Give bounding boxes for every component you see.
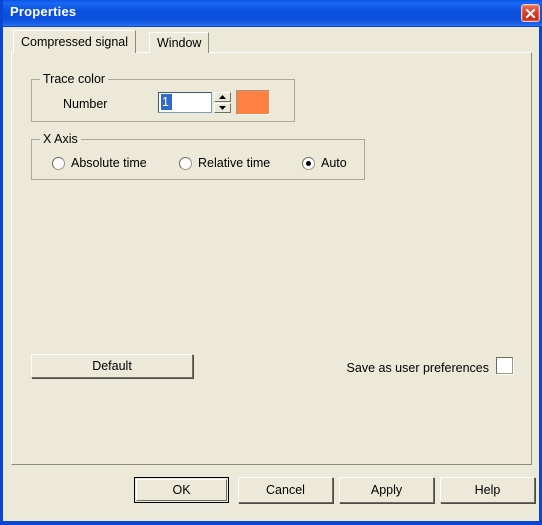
help-button[interactable]: Help bbox=[440, 477, 535, 503]
triangle-down-icon bbox=[215, 106, 230, 110]
default-button-label: Default bbox=[92, 359, 132, 373]
radio-auto-mark bbox=[302, 157, 315, 170]
tab-panel-compressed-signal: Trace color Number 1 X Axis Absolute tim… bbox=[11, 52, 532, 465]
close-x-icon bbox=[522, 8, 539, 19]
trace-color-swatch[interactable] bbox=[236, 90, 270, 115]
dialog-button-bar: OK Cancel Apply Help bbox=[3, 472, 539, 512]
radio-relative-time-label: Relative time bbox=[198, 156, 271, 170]
trace-color-group-title: Trace color bbox=[40, 72, 109, 86]
properties-dialog-window: Properties Compressed signal Window Trac… bbox=[0, 0, 542, 525]
number-input[interactable] bbox=[158, 92, 212, 113]
ok-button-label: OK bbox=[136, 479, 227, 501]
tab-window-label: Window bbox=[157, 36, 202, 50]
apply-button[interactable]: Apply bbox=[339, 477, 434, 503]
spinner-down-button[interactable] bbox=[214, 103, 231, 113]
help-button-label: Help bbox=[474, 483, 501, 497]
tab-window[interactable]: Window bbox=[149, 32, 210, 53]
radio-absolute-time-label: Absolute time bbox=[71, 156, 147, 170]
number-label: Number bbox=[63, 97, 108, 111]
default-button[interactable]: Default bbox=[31, 354, 193, 378]
save-as-user-preferences-checkbox[interactable] bbox=[496, 357, 513, 374]
cancel-button-label: Cancel bbox=[266, 483, 305, 497]
close-button[interactable] bbox=[521, 4, 540, 22]
tab-compressed-signal[interactable]: Compressed signal bbox=[13, 30, 136, 53]
apply-button-label: Apply bbox=[370, 483, 403, 497]
radio-absolute-time-mark bbox=[52, 157, 65, 170]
x-axis-groupbox: X Axis Absolute time Relative time Auto bbox=[31, 132, 365, 180]
spinner-up-button[interactable] bbox=[214, 92, 231, 102]
save-as-user-preferences-label: Save as user preferences bbox=[346, 361, 489, 375]
title-bar[interactable]: Properties bbox=[3, 0, 542, 27]
triangle-up-icon bbox=[215, 95, 230, 99]
cancel-button[interactable]: Cancel bbox=[238, 477, 333, 503]
number-spinner bbox=[214, 92, 231, 113]
trace-color-groupbox: Trace color Number 1 bbox=[31, 72, 295, 122]
radio-auto-label: Auto bbox=[321, 156, 347, 170]
window-title: Properties bbox=[10, 4, 77, 19]
tab-compressed-signal-label: Compressed signal bbox=[21, 35, 128, 49]
ok-button[interactable]: OK bbox=[134, 477, 229, 503]
x-axis-group-title: X Axis bbox=[40, 132, 81, 146]
radio-relative-time-mark bbox=[179, 157, 192, 170]
tab-strip: Compressed signal Window bbox=[13, 30, 531, 53]
